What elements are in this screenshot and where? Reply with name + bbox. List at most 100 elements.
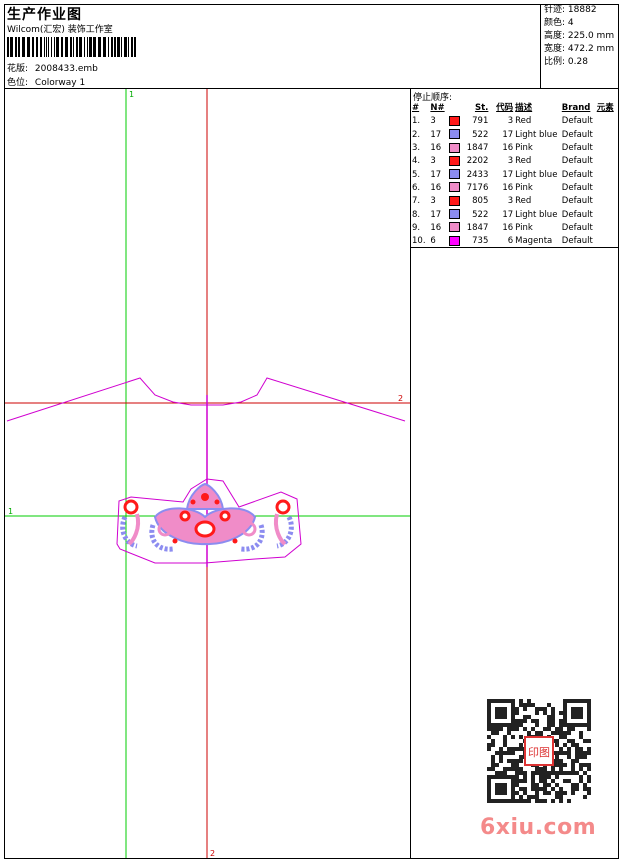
seq-brand: Default bbox=[561, 222, 593, 233]
seq-code: 3 bbox=[507, 116, 514, 127]
seal-text: 印图 bbox=[528, 746, 550, 759]
seq-stitches: 2202 bbox=[466, 156, 489, 167]
seq-description: Light blue bbox=[515, 129, 558, 140]
seq-description: Red bbox=[515, 196, 532, 207]
table-row: 8. 17 522 17 Light blue Default bbox=[411, 208, 618, 221]
seq-brand: Default bbox=[561, 209, 593, 220]
seq-num: 7. bbox=[412, 196, 421, 207]
color-swatch-box bbox=[449, 222, 461, 233]
seq-code: 3 bbox=[507, 196, 514, 207]
color-swatch bbox=[448, 208, 462, 221]
seq-num: 3. bbox=[412, 143, 421, 154]
seq-description: Light blue bbox=[515, 209, 558, 220]
seq-brand: Default bbox=[561, 156, 593, 167]
seq-needle: 17 bbox=[430, 209, 442, 220]
seq-brand: Default bbox=[561, 116, 593, 127]
color-swatch-box bbox=[449, 169, 461, 180]
col-header-element: 元素 bbox=[596, 103, 614, 114]
barcode bbox=[7, 37, 136, 57]
color-swatch bbox=[448, 129, 462, 142]
seq-num: 4. bbox=[412, 156, 421, 167]
seq-element bbox=[596, 222, 618, 235]
seq-code: 17 bbox=[502, 209, 514, 220]
table-row: 5. 17 2433 17 Light blue Default bbox=[411, 168, 618, 181]
embroidery-motif bbox=[120, 482, 294, 552]
table-row: 6. 16 7176 16 Pink Default bbox=[411, 182, 618, 195]
seq-stitches: 2433 bbox=[466, 169, 489, 180]
seq-stitches: 805 bbox=[472, 196, 489, 207]
col-header-needle: N# bbox=[430, 103, 445, 114]
colorway-value: Colorway 1 bbox=[34, 78, 86, 88]
seq-brand: Default bbox=[561, 169, 593, 180]
guide-label-right: 2 bbox=[398, 394, 403, 403]
color-swatch bbox=[448, 155, 462, 168]
table-row: 3. 16 1847 16 Pink Default bbox=[411, 142, 618, 155]
colorway-label: 色位: bbox=[7, 78, 29, 88]
file-name-row: 花版: 2008433.emb bbox=[7, 61, 98, 74]
stat-scale: 比例: 0.28 bbox=[544, 57, 588, 67]
color-swatch-box bbox=[449, 129, 461, 140]
seq-brand: Default bbox=[561, 182, 593, 193]
seq-element bbox=[596, 155, 618, 168]
seq-description: Red bbox=[515, 156, 532, 167]
col-header-num: # bbox=[412, 103, 420, 114]
seq-brand: Default bbox=[561, 129, 593, 140]
seq-element bbox=[596, 208, 618, 221]
colorway-row: 色位: Colorway 1 bbox=[7, 75, 85, 88]
color-swatch bbox=[448, 142, 462, 155]
seq-element bbox=[596, 129, 618, 142]
seq-code: 16 bbox=[502, 182, 514, 193]
color-swatch bbox=[448, 182, 462, 195]
color-swatch bbox=[448, 195, 462, 208]
design-preview: 1 1 2 2 bbox=[5, 89, 410, 858]
color-swatch bbox=[448, 115, 462, 128]
seq-brand: Default bbox=[561, 196, 593, 207]
stop-sequence-panel: 停止顺序: # N# St. 代码 描述 Brand 元素 1. 3 791 3 Red… bbox=[410, 88, 619, 248]
seq-element bbox=[596, 182, 618, 195]
seq-stitches: 1847 bbox=[466, 143, 489, 154]
table-header-row: # N# St. 代码 描述 Brand 元素 bbox=[411, 102, 618, 115]
stats-panel: 针迹: 18882 颜色: 4 高度: 225.0 mm 宽度: 472.2 m… bbox=[540, 4, 620, 88]
guide-label-left: 1 bbox=[8, 507, 13, 516]
seq-needle: 17 bbox=[430, 129, 442, 140]
table-row: 9. 16 1847 16 Pink Default bbox=[411, 222, 618, 235]
seq-needle: 16 bbox=[430, 143, 442, 154]
company-name: Wilcom(汇宏) 装饰工作室 bbox=[7, 25, 113, 35]
guide-label-bottom: 2 bbox=[210, 849, 215, 858]
stat-stitches: 针迹: 18882 bbox=[544, 5, 597, 15]
seq-description: Pink bbox=[515, 222, 533, 233]
stat-height: 高度: 225.0 mm bbox=[544, 31, 615, 41]
seq-stitches: 1847 bbox=[466, 222, 489, 233]
seq-stitches: 522 bbox=[472, 129, 489, 140]
color-swatch-box bbox=[449, 195, 461, 206]
table-row: 2. 17 522 17 Light blue Default bbox=[411, 129, 618, 142]
color-swatch-box bbox=[449, 142, 461, 153]
color-swatch-box bbox=[449, 209, 461, 220]
seq-num: 6. bbox=[412, 182, 421, 193]
seq-stitches: 7176 bbox=[466, 182, 489, 193]
col-header-swatch bbox=[448, 102, 462, 115]
seq-element bbox=[596, 142, 618, 155]
color-swatch bbox=[448, 222, 462, 235]
seq-description: Light blue bbox=[515, 169, 558, 180]
color-swatch-box bbox=[449, 182, 461, 193]
seq-code: 17 bbox=[502, 169, 514, 180]
seq-code: 16 bbox=[502, 143, 514, 154]
seq-code: 16 bbox=[502, 222, 514, 233]
seq-num: 8. bbox=[412, 209, 421, 220]
seq-num: 9. bbox=[412, 222, 421, 233]
seq-element bbox=[596, 195, 618, 208]
seq-element bbox=[596, 115, 618, 128]
col-header-description: 描述 bbox=[515, 103, 533, 114]
seq-needle: 16 bbox=[430, 182, 442, 193]
seq-needle: 3 bbox=[430, 116, 436, 127]
seq-stitches: 791 bbox=[472, 116, 489, 127]
table-row: 1. 3 791 3 Red Default bbox=[411, 115, 618, 128]
col-header-code: 代码 bbox=[496, 103, 514, 114]
color-swatch bbox=[448, 168, 462, 181]
page-title: 生产作业图 bbox=[7, 7, 82, 23]
crown-outline bbox=[6, 377, 406, 422]
stat-colors: 颜色: 4 bbox=[544, 18, 574, 28]
seq-stitches: 522 bbox=[472, 209, 489, 220]
color-swatch-box bbox=[449, 235, 461, 246]
